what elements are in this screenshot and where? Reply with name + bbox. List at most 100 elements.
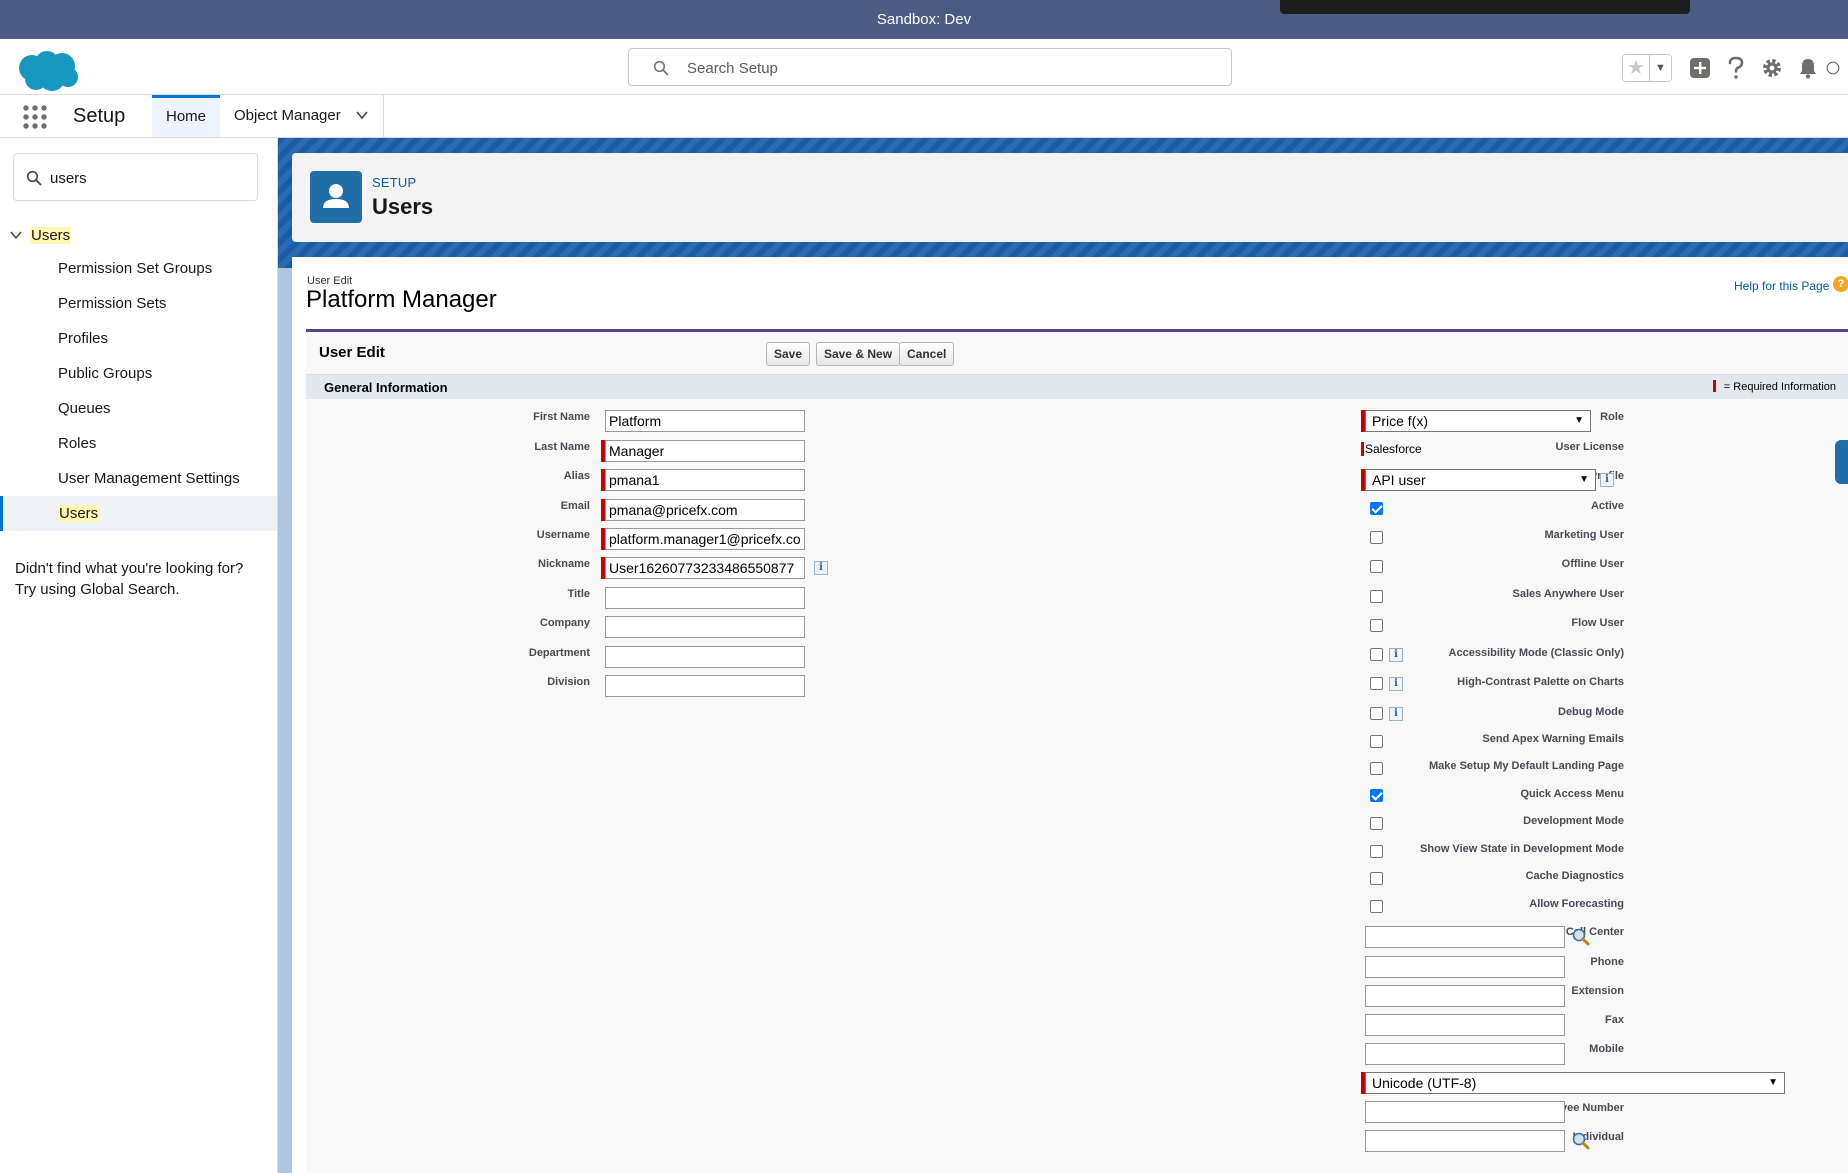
info-icon[interactable]: i: [1600, 473, 1614, 487]
high-contrast-palette-checkbox[interactable]: [1370, 677, 1383, 690]
nickname-field[interactable]: [605, 557, 805, 579]
sidebar-item-permission-sets[interactable]: Permission Sets: [0, 286, 277, 321]
help-circle-icon[interactable]: ?: [1833, 276, 1848, 292]
not-found-message: Didn't find what you're looking for? Try…: [15, 558, 243, 600]
email-field[interactable]: [605, 499, 805, 521]
user-icon: [310, 171, 362, 223]
save-new-button[interactable]: Save & New: [816, 342, 901, 366]
chevron-down-icon: ▼: [1574, 415, 1584, 426]
marketing-user-checkbox[interactable]: [1370, 531, 1383, 544]
required-marker: [1361, 442, 1364, 456]
chevron-down-icon[interactable]: [8, 228, 24, 242]
help-icon[interactable]: [1718, 54, 1754, 82]
call-center-field[interactable]: [1365, 926, 1565, 948]
lookup-icon[interactable]: [1571, 927, 1591, 947]
individual-field[interactable]: [1365, 1130, 1565, 1152]
label-show-view-state: Show View State in Development Mode: [1420, 843, 1624, 855]
tab-home[interactable]: Home: [152, 95, 220, 137]
tree-node-users[interactable]: Users: [8, 222, 72, 248]
info-icon[interactable]: i: [1389, 707, 1403, 721]
quick-find-input[interactable]: [50, 167, 245, 189]
label-last-name: Last Name: [534, 441, 590, 453]
label-quick-access-menu: Quick Access Menu: [1520, 788, 1624, 800]
chevron-down-icon[interactable]: ▼: [1649, 55, 1671, 81]
phone-field[interactable]: [1365, 956, 1565, 978]
label-accessibility-mode: Accessibility Mode (Classic Only): [1448, 647, 1624, 659]
required-marker: [1712, 380, 1716, 392]
sidebar-item-users[interactable]: Users: [0, 496, 277, 531]
allow-forecasting-checkbox[interactable]: [1370, 900, 1383, 913]
division-field[interactable]: [605, 675, 805, 697]
page-eyebrow[interactable]: SETUP: [372, 175, 416, 190]
fax-field[interactable]: [1365, 1014, 1565, 1036]
role-select-value: Price f(x): [1372, 413, 1428, 429]
label-title: Title: [567, 588, 590, 600]
last-name-field[interactable]: [605, 440, 805, 462]
star-icon[interactable]: ★: [1623, 55, 1649, 81]
context-nav: Setup Home Object Manager: [0, 95, 1848, 138]
quick-find[interactable]: [13, 153, 258, 201]
user-edit-content: User Edit Platform Manager Help for this…: [292, 257, 1848, 1173]
tab-object-manager[interactable]: Object Manager: [220, 95, 384, 137]
sales-anywhere-user-checkbox[interactable]: [1370, 590, 1383, 603]
email-encoding-select[interactable]: Unicode (UTF-8) ▼: [1365, 1072, 1785, 1094]
info-icon[interactable]: i: [1389, 677, 1403, 691]
app-launcher-icon[interactable]: [22, 104, 48, 130]
label-department: Department: [528, 647, 590, 659]
search-input[interactable]: [687, 57, 1207, 79]
profile-select[interactable]: API user ▼: [1365, 469, 1596, 491]
sidebar-item-roles[interactable]: Roles: [0, 426, 277, 461]
profile-select-value: API user: [1372, 472, 1426, 488]
lookup-icon[interactable]: [1571, 1131, 1591, 1151]
send-apex-warning-emails-checkbox[interactable]: [1370, 735, 1383, 748]
sidebar-item-user-management-settings[interactable]: User Management Settings: [0, 461, 277, 496]
global-search[interactable]: [628, 48, 1232, 86]
avatar-icon[interactable]: [1826, 54, 1840, 82]
sidebar-item-public-groups[interactable]: Public Groups: [0, 356, 277, 391]
sidebar-item-permission-set-groups[interactable]: Permission Set Groups: [0, 251, 277, 286]
page-block-title: User Edit: [319, 344, 385, 361]
title-field[interactable]: [605, 587, 805, 609]
bell-icon[interactable]: [1790, 54, 1826, 82]
side-panel-handle[interactable]: [1835, 440, 1848, 484]
label-division: Division: [547, 676, 590, 688]
offline-user-checkbox[interactable]: [1370, 560, 1383, 573]
label-email: Email: [560, 500, 590, 512]
accessibility-mode-checkbox[interactable]: [1370, 648, 1383, 661]
first-name-field[interactable]: [605, 410, 805, 432]
sidebar-item-profiles[interactable]: Profiles: [0, 321, 277, 356]
extension-field[interactable]: [1365, 985, 1565, 1007]
mobile-field[interactable]: [1365, 1043, 1565, 1065]
flow-user-checkbox[interactable]: [1370, 619, 1383, 632]
info-icon[interactable]: i: [1389, 648, 1403, 662]
salesforce-cloud-icon[interactable]: [14, 48, 80, 94]
gear-icon[interactable]: [1754, 54, 1790, 82]
role-select[interactable]: Price f(x) ▼: [1365, 410, 1591, 432]
sidebar-item-queues[interactable]: Queues: [0, 391, 277, 426]
label-first-name: First Name: [533, 411, 590, 423]
development-mode-checkbox[interactable]: [1370, 817, 1383, 830]
chevron-down-icon[interactable]: [355, 95, 369, 137]
info-icon[interactable]: i: [814, 561, 828, 575]
department-field[interactable]: [605, 646, 805, 668]
cache-diagnostics-checkbox[interactable]: [1370, 872, 1383, 885]
add-icon[interactable]: [1682, 54, 1718, 82]
cancel-button[interactable]: Cancel: [899, 342, 955, 366]
company-field[interactable]: [605, 616, 805, 638]
save-button[interactable]: Save: [766, 342, 811, 366]
search-icon: [653, 60, 669, 76]
tree-node-users-label: Users: [30, 226, 72, 244]
active-checkbox[interactable]: [1370, 502, 1383, 515]
help-link[interactable]: Help for this Page: [1734, 279, 1829, 293]
employee-number-field[interactable]: [1365, 1101, 1565, 1123]
show-view-state-checkbox[interactable]: [1370, 845, 1383, 858]
label-send-apex-warning-emails: Send Apex Warning Emails: [1482, 733, 1624, 745]
debug-mode-checkbox[interactable]: [1370, 707, 1383, 720]
label-default-landing-page: Make Setup My Default Landing Page: [1429, 760, 1624, 772]
default-landing-page-checkbox[interactable]: [1370, 762, 1383, 775]
alias-field[interactable]: [605, 469, 805, 491]
section-title: General Information: [324, 380, 448, 395]
label-username: Username: [536, 529, 590, 541]
username-field[interactable]: [605, 528, 805, 550]
quick-access-menu-checkbox[interactable]: [1370, 789, 1383, 802]
